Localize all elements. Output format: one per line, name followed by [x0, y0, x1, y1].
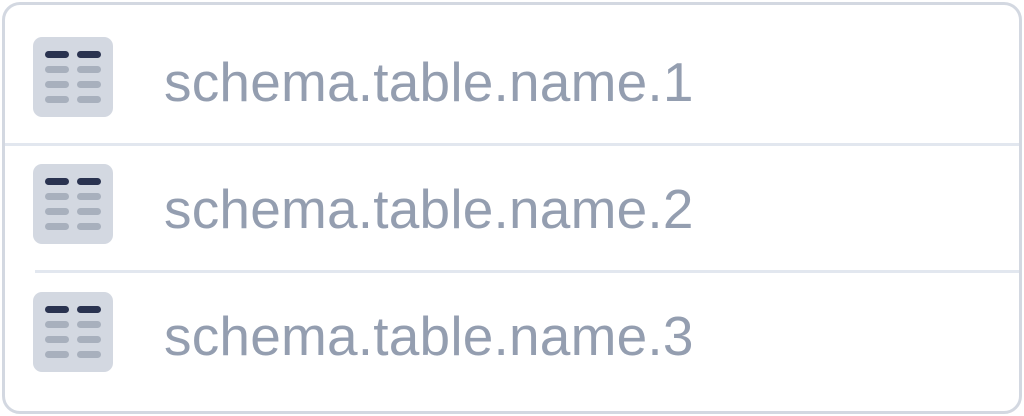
list-item[interactable]: schema.table.name.3	[5, 271, 1019, 399]
table-icon	[33, 292, 113, 372]
table-icon	[33, 37, 113, 117]
table-list: schema.table.name.1 schema.table.name.2	[2, 2, 1022, 414]
table-name-label: schema.table.name.2	[164, 178, 694, 240]
table-name-label: schema.table.name.1	[164, 51, 694, 113]
table-icon	[33, 164, 113, 244]
list-item[interactable]: schema.table.name.1	[5, 15, 1019, 143]
list-item[interactable]: schema.table.name.2	[5, 143, 1019, 271]
table-name-label: schema.table.name.3	[164, 305, 694, 367]
